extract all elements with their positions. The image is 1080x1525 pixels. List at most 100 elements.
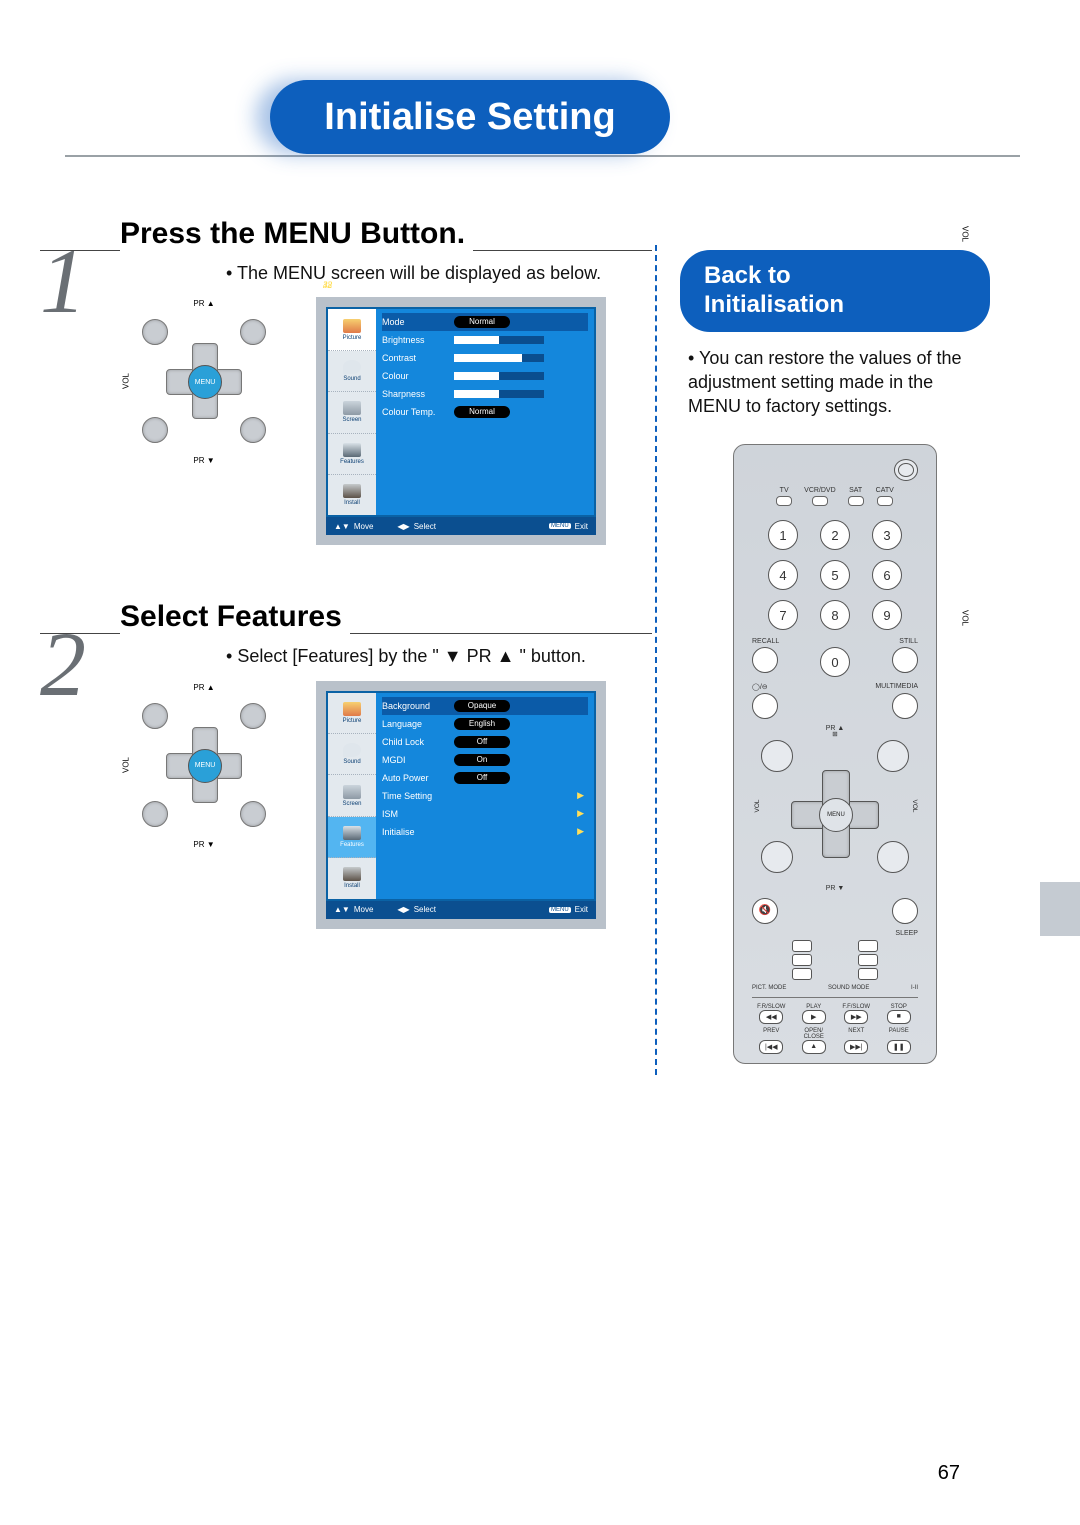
navpad-label-vol-left: VOL: [122, 757, 131, 773]
osd-row-label: Initialise: [382, 827, 454, 837]
num-6-button: 6: [872, 560, 902, 590]
leftright-icon: ◀▶: [397, 522, 409, 531]
multimedia-button: [892, 693, 918, 719]
text-btn-6: [858, 968, 878, 980]
mode-source-item: CATV: [876, 487, 894, 506]
osd-row-value-pill: English: [454, 718, 510, 730]
transport-button: ■: [887, 1010, 911, 1024]
osd-picture-menu: Picture Sound Screen Features Install Mo…: [316, 297, 606, 545]
osd-row-value-pill: Normal: [454, 406, 510, 418]
osd-row-label: Contrast: [382, 353, 454, 363]
mute-button: 🔇: [752, 898, 778, 924]
dpad-label-vol-left: VOL: [754, 800, 761, 813]
sound-tab-icon: [343, 743, 361, 757]
osd-tabs: Picture Sound Screen Features Install: [328, 309, 376, 515]
navpad-label-pr-up: PR ▲: [193, 683, 214, 692]
osd-row-label: MGDI: [382, 755, 454, 765]
osd-row: ISM▶: [382, 805, 588, 823]
dpad-label-top: ⊞: [832, 730, 837, 738]
back-to-initialisation-pill: Back to Initialisation: [680, 250, 990, 332]
osd-footer-exit: MENUExit: [549, 905, 588, 914]
osd2-content: BackgroundOpaque LanguageEnglishChild Loc…: [376, 693, 594, 899]
updown-icon: ▲▼: [334, 905, 350, 914]
num-5-button: 5: [820, 560, 850, 590]
step-2-desc: Select [Features] by the " ▼ PR ▲ " butt…: [226, 644, 652, 668]
transport-button: ▶▶: [844, 1010, 868, 1024]
osd-footer-move: ▲▼Move: [334, 522, 373, 531]
pict-mode-label: PICT. MODE: [752, 985, 786, 991]
step-2: 2 Select Features Select [Features] by t…: [40, 633, 652, 928]
navpad-zoom-minus: [142, 703, 168, 729]
navpad-center-menu: MENU: [188, 749, 222, 783]
transport-label: NEXT: [837, 1028, 876, 1040]
screen-tab-icon: [343, 785, 361, 799]
osd-row-label: Language: [382, 719, 454, 729]
osd-row-label: Colour Temp.: [382, 407, 454, 417]
osd-footer-exit: MENUExit: [549, 522, 588, 531]
page-number: 67: [938, 1462, 960, 1485]
navpad-screen-size: [240, 417, 266, 443]
mode-source-item: SAT: [848, 487, 864, 506]
osd-tab-install: Install: [328, 858, 376, 898]
dpad-prev-pr: [761, 841, 793, 873]
osd-row: BackgroundOpaque: [382, 697, 588, 715]
sound-mode-label: SOUND MODE: [828, 985, 869, 991]
navpad-label-pr-down: PR ▼: [193, 456, 214, 465]
osd-tab-features-selected: Features: [328, 817, 376, 858]
back-title-line1: Back to: [704, 262, 791, 289]
remote-dpad: ⊞ VOL VOL MENU: [755, 734, 915, 878]
osd-tab-install: Install: [328, 475, 376, 515]
remote-mode-row: TVVCR/DVDSATCATV: [776, 487, 894, 506]
sound-tab-icon: [343, 360, 361, 374]
num-4-button: 4: [768, 560, 798, 590]
text-btn-2: [858, 940, 878, 952]
transport-button: |◀◀: [759, 1040, 783, 1054]
osd-footer: ▲▼Move ◀▶Select MENUExit: [326, 517, 596, 535]
osd-row-label: Time Setting: [382, 791, 454, 801]
step-2-number: 2: [40, 618, 86, 710]
dpad-screen-size: [877, 841, 909, 873]
osd-tab-picture: Picture: [328, 693, 376, 734]
transport-bottom-labels: PREVOPEN/ CLOSENEXTPAUSE: [752, 1028, 918, 1040]
osd-row: Auto PowerOff: [382, 769, 588, 787]
sleep-label: SLEEP: [895, 930, 918, 937]
osd-row: Time Setting▶: [382, 787, 588, 805]
multimedia-label: MULTIMEDIA: [875, 683, 918, 691]
transport-bottom-buttons: |◀◀▲▶▶|❚❚: [752, 1040, 918, 1054]
osd-row-bar: [454, 336, 544, 344]
osd-row-bar: [454, 372, 544, 380]
osd-footer: ▲▼Move ◀▶Select MENUExit: [326, 901, 596, 919]
navpad-prev-pr: [142, 417, 168, 443]
sleep-button: [892, 898, 918, 924]
osd-footer-select: ◀▶Select: [397, 522, 436, 531]
dpad-zoom-plus: [877, 740, 909, 772]
osd-row: MGDIOn: [382, 751, 588, 769]
features-tab-icon: [343, 826, 361, 840]
pr-down-label: PR ▼: [826, 885, 845, 892]
menu-key-icon: MENU: [549, 907, 571, 913]
picture-tab-icon: [343, 319, 361, 333]
still-button: [892, 647, 918, 673]
navpad-zoom-minus: [142, 319, 168, 345]
thumb-tab: [1040, 882, 1080, 936]
screen-tab-icon: [343, 401, 361, 415]
still-label: STILL: [899, 638, 918, 645]
osd-row-value-pill: Opaque: [454, 700, 510, 712]
transport-button: ▲: [802, 1040, 826, 1054]
osd-features-menu: Picture Sound Screen Features Install Ba…: [316, 681, 606, 929]
osd-row-label: Auto Power: [382, 773, 454, 783]
transport-label: OPEN/ CLOSE: [795, 1028, 834, 1040]
remote-control-illustration: TVVCR/DVDSATCATV 123456789 RECALL STILL …: [733, 444, 937, 1064]
osd-footer-select: ◀▶Select: [397, 905, 436, 914]
text-btn-5: [792, 968, 812, 980]
osd-row-label: Child Lock: [382, 737, 454, 747]
step-2-heading: Select Features: [120, 600, 350, 634]
osd-row-value-pill: Off: [454, 772, 510, 784]
updown-icon: ▲▼: [334, 522, 350, 531]
navpad-zoom-plus: [240, 703, 266, 729]
osd-row: Initialise▶: [382, 823, 588, 841]
num-2-button: 2: [820, 520, 850, 550]
osd-row-label: Colour: [382, 371, 454, 381]
text-btn-3: [792, 954, 812, 966]
step-1: 1 Press the MENU Button. The MENU screen…: [40, 250, 652, 545]
